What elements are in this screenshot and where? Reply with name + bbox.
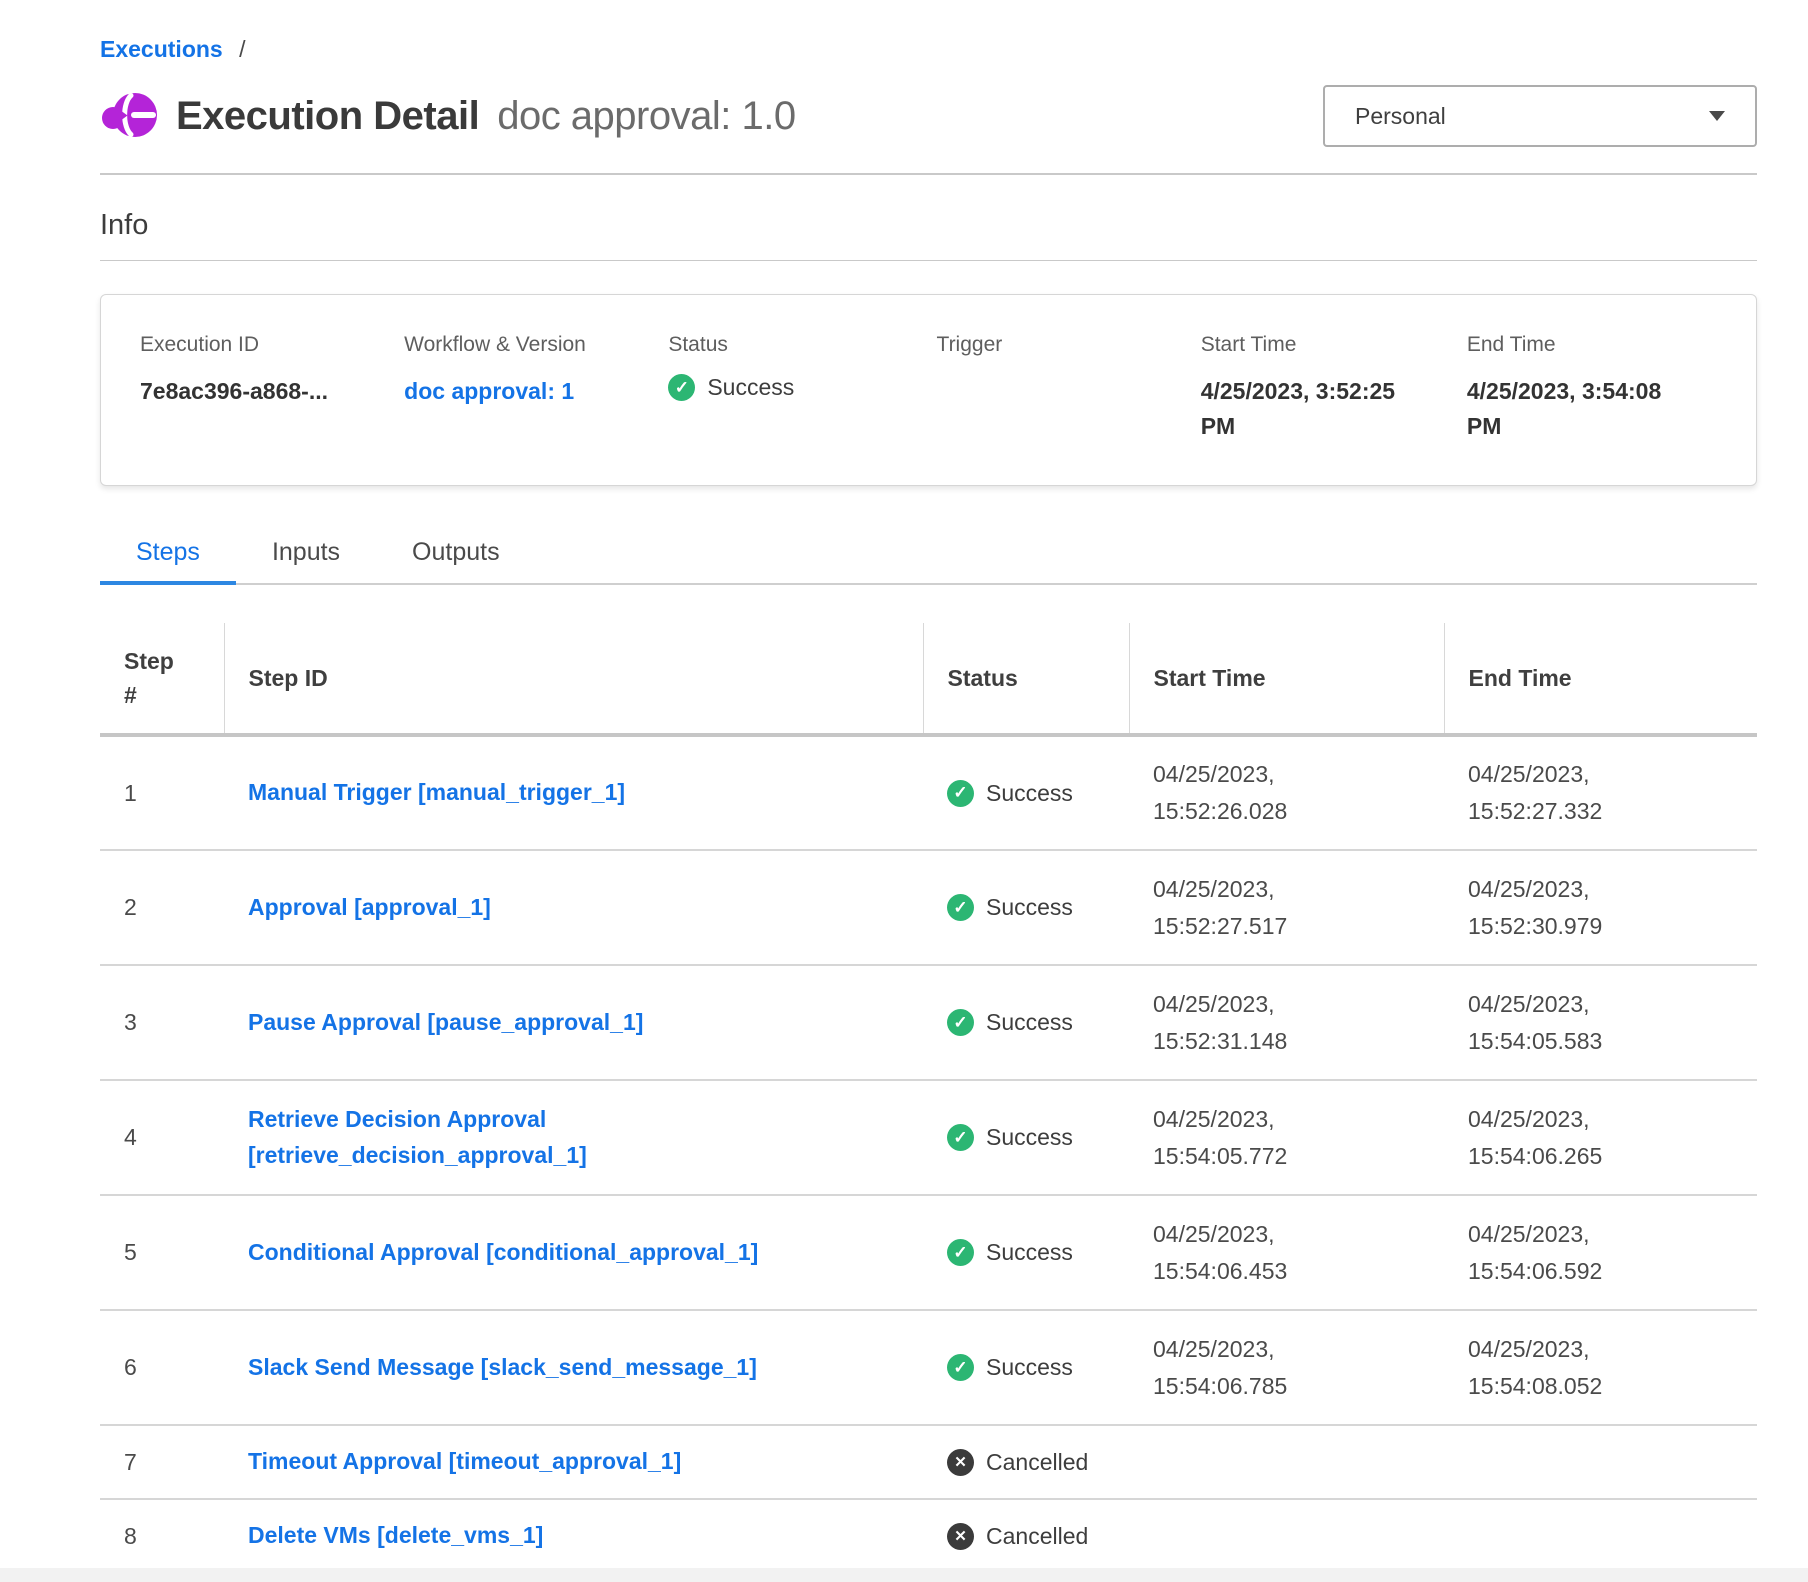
table-row: 5 Conditional Approval [conditional_appr…	[100, 1195, 1757, 1310]
success-check-icon	[947, 1239, 974, 1266]
step-status-text: Success	[986, 1354, 1073, 1381]
table-row: 7 Timeout Approval [timeout_approval_1] …	[100, 1425, 1757, 1499]
info-field-trigger: Trigger	[937, 333, 1201, 443]
page-title: Execution Detail	[176, 94, 479, 139]
status-badge: Success	[668, 374, 936, 401]
tab-inputs[interactable]: Inputs	[236, 530, 376, 585]
step-status-text: Success	[986, 1009, 1073, 1036]
step-num: 1	[100, 735, 224, 850]
step-end-time: 04/25/2023, 15:52:27.332	[1468, 756, 1658, 830]
breadcrumb-executions-link[interactable]: Executions	[100, 36, 223, 62]
page-bottom-strip	[0, 1568, 1808, 1582]
info-field-status: Status Success	[668, 333, 936, 443]
workflow-version-label: Workflow & Version	[404, 333, 668, 357]
info-field-workflow-version: Workflow & Version doc approval: 1	[404, 333, 668, 443]
execution-detail-page: Executions / Execution Detail doc approv…	[0, 0, 1808, 1582]
step-status-text: Success	[986, 1239, 1073, 1266]
col-end-time: End Time	[1444, 623, 1757, 735]
step-end-time: 04/25/2023, 15:54:05.583	[1468, 986, 1658, 1060]
step-start-time: 04/25/2023, 15:52:26.028	[1153, 756, 1343, 830]
step-num: 7	[100, 1425, 224, 1499]
info-field-execution-id: Execution ID 7e8ac396-a868-...	[140, 333, 404, 443]
steps-table: Step # Step ID Status Start Time End Tim…	[100, 623, 1757, 1574]
cancelled-x-icon	[947, 1523, 974, 1550]
info-divider	[100, 260, 1757, 261]
start-time-label: Start Time	[1201, 333, 1467, 357]
header-divider	[100, 173, 1757, 175]
status-value: Success	[707, 374, 794, 401]
step-start-time: 04/25/2023, 15:52:27.517	[1153, 871, 1343, 945]
execution-id-label: Execution ID	[140, 333, 404, 357]
step-link[interactable]: Timeout Approval [timeout_approval_1]	[248, 1444, 681, 1480]
table-row: 8 Delete VMs [delete_vms_1] Cancelled	[100, 1499, 1757, 1573]
workflow-logo-icon	[100, 87, 158, 145]
table-row: 4 Retrieve Decision Approval [retrieve_d…	[100, 1080, 1757, 1195]
page-header: Execution Detail doc approval: 1.0 Perso…	[100, 85, 1757, 147]
tab-outputs[interactable]: Outputs	[376, 530, 536, 585]
step-start-time: 04/25/2023, 15:54:05.772	[1153, 1101, 1343, 1175]
step-link[interactable]: Approval [approval_1]	[248, 890, 491, 926]
step-link[interactable]: Pause Approval [pause_approval_1]	[248, 1005, 643, 1041]
step-num: 6	[100, 1310, 224, 1425]
step-start-time: 04/25/2023, 15:54:06.785	[1153, 1331, 1343, 1405]
step-end-time: 04/25/2023, 15:54:06.265	[1468, 1101, 1658, 1175]
step-link[interactable]: Manual Trigger [manual_trigger_1]	[248, 775, 625, 811]
step-status-text: Cancelled	[986, 1523, 1088, 1550]
step-link[interactable]: Conditional Approval [conditional_approv…	[248, 1235, 758, 1271]
step-end-time: 04/25/2023, 15:52:30.979	[1468, 871, 1658, 945]
page-subtitle: doc approval: 1.0	[497, 94, 795, 139]
info-field-end-time: End Time 4/25/2023, 3:54:08 PM	[1467, 333, 1746, 443]
step-status-text: Cancelled	[986, 1449, 1088, 1476]
chevron-down-icon	[1709, 111, 1725, 121]
step-num: 5	[100, 1195, 224, 1310]
col-step-num: Step #	[100, 623, 224, 735]
step-start-time: 04/25/2023, 15:54:06.453	[1153, 1216, 1343, 1290]
step-link[interactable]: Slack Send Message [slack_send_message_1…	[248, 1350, 757, 1386]
step-status-text: Success	[986, 780, 1073, 807]
step-start-time: 04/25/2023, 15:52:31.148	[1153, 986, 1343, 1060]
info-card: Execution ID 7e8ac396-a868-... Workflow …	[100, 294, 1757, 486]
success-check-icon	[947, 1354, 974, 1381]
tab-steps[interactable]: Steps	[100, 530, 236, 585]
workflow-version-link[interactable]: doc approval: 1	[404, 374, 668, 409]
title-group: Execution Detail doc approval: 1.0	[100, 87, 1323, 145]
step-num: 2	[100, 850, 224, 965]
success-check-icon	[947, 894, 974, 921]
table-row: 2 Approval [approval_1] Success 04/25/20…	[100, 850, 1757, 965]
execution-id-value: 7e8ac396-a868-...	[140, 374, 404, 409]
start-time-value: 4/25/2023, 3:52:25 PM	[1201, 374, 1401, 443]
breadcrumb-separator: /	[239, 36, 245, 62]
step-num: 8	[100, 1499, 224, 1573]
step-status-text: Success	[986, 1124, 1073, 1151]
steps-table-header-row: Step # Step ID Status Start Time End Tim…	[100, 623, 1757, 735]
step-link[interactable]: Delete VMs [delete_vms_1]	[248, 1518, 543, 1554]
success-check-icon	[947, 1009, 974, 1036]
step-status-text: Success	[986, 894, 1073, 921]
status-label: Status	[668, 333, 936, 357]
info-section-title: Info	[100, 209, 1757, 242]
success-check-icon	[947, 1124, 974, 1151]
col-step-id: Step ID	[224, 623, 923, 735]
trigger-label: Trigger	[937, 333, 1201, 357]
step-num: 4	[100, 1080, 224, 1195]
col-start-time: Start Time	[1129, 623, 1444, 735]
breadcrumb: Executions /	[100, 36, 1757, 63]
workspace-dropdown-value: Personal	[1355, 103, 1709, 130]
step-end-time: 04/25/2023, 15:54:08.052	[1468, 1331, 1658, 1405]
end-time-label: End Time	[1467, 333, 1746, 357]
step-link[interactable]: Retrieve Decision Approval [retrieve_dec…	[248, 1102, 828, 1173]
success-check-icon	[668, 374, 695, 401]
tab-bar: Steps Inputs Outputs	[100, 530, 1757, 585]
cancelled-x-icon	[947, 1449, 974, 1476]
step-num: 3	[100, 965, 224, 1080]
workspace-dropdown[interactable]: Personal	[1323, 85, 1757, 147]
success-check-icon	[947, 780, 974, 807]
table-row: 3 Pause Approval [pause_approval_1] Succ…	[100, 965, 1757, 1080]
col-status: Status	[923, 623, 1129, 735]
info-field-start-time: Start Time 4/25/2023, 3:52:25 PM	[1201, 333, 1467, 443]
table-row: 6 Slack Send Message [slack_send_message…	[100, 1310, 1757, 1425]
table-row: 1 Manual Trigger [manual_trigger_1] Succ…	[100, 735, 1757, 850]
step-end-time: 04/25/2023, 15:54:06.592	[1468, 1216, 1658, 1290]
end-time-value: 4/25/2023, 3:54:08 PM	[1467, 374, 1667, 443]
